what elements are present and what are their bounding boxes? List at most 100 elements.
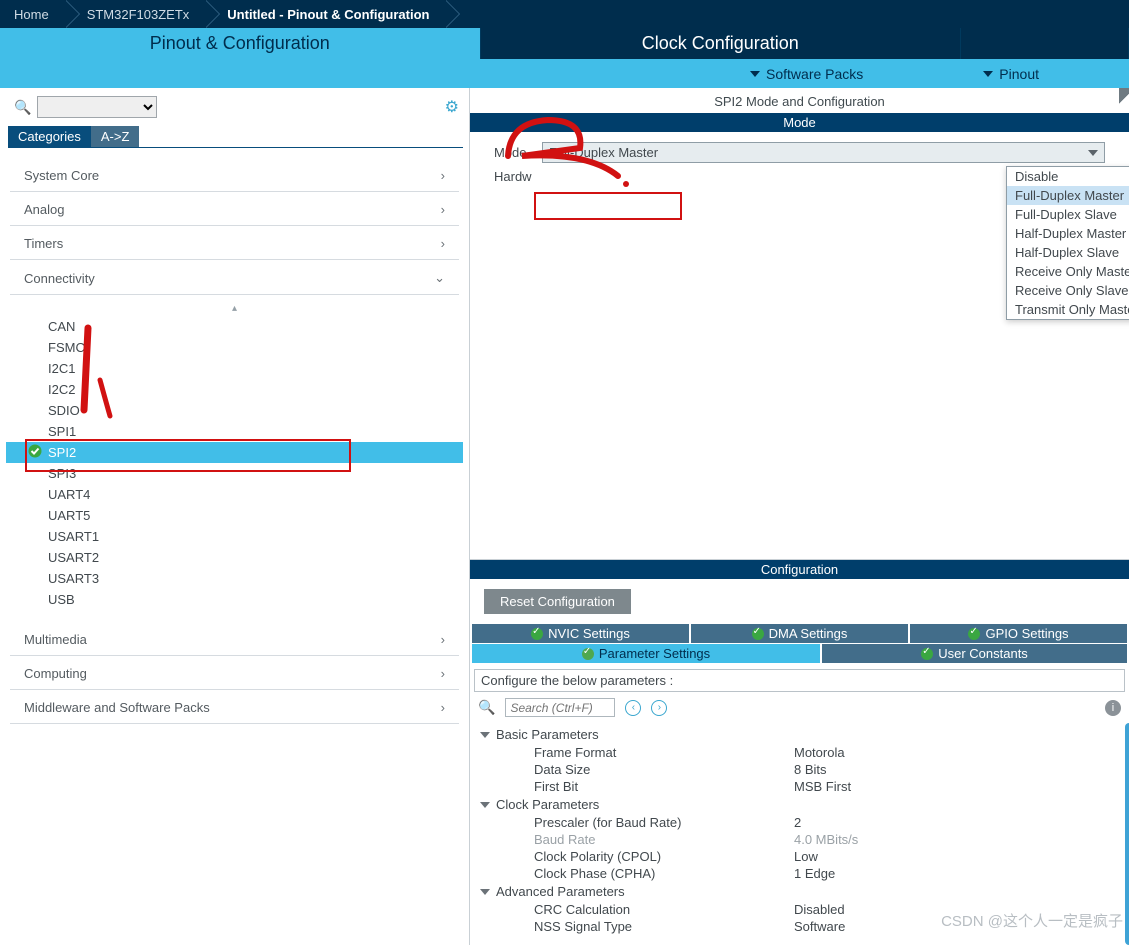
param-row[interactable]: First BitMSB First — [480, 778, 1119, 795]
list-item-label: UART5 — [48, 508, 90, 523]
chevron-down-icon — [983, 71, 993, 77]
dropdown-option[interactable]: Half-Duplex Master — [1007, 224, 1129, 243]
list-item-label: UART4 — [48, 487, 90, 502]
dropdown-option[interactable]: Half-Duplex Slave — [1007, 243, 1129, 262]
list-item-label: USB — [48, 592, 75, 607]
next-button[interactable]: › — [651, 700, 667, 716]
param-row[interactable]: Clock Phase (CPHA)1 Edge — [480, 865, 1119, 882]
chevron-down-icon — [480, 889, 490, 895]
breadcrumb-chip[interactable]: STM32F103ZETx — [65, 0, 206, 28]
search-icon[interactable]: 🔍 — [478, 699, 495, 716]
dropdown-option[interactable]: Full-Duplex Slave — [1007, 205, 1129, 224]
tab-label: GPIO Settings — [985, 626, 1068, 641]
breadcrumb-home[interactable]: Home — [0, 0, 65, 28]
prev-button[interactable]: ‹ — [625, 700, 641, 716]
tab-pinout-config[interactable]: Pinout & Configuration — [0, 28, 481, 59]
param-group-header[interactable]: Advanced Parameters — [480, 882, 1119, 901]
list-item-label: USART3 — [48, 571, 99, 586]
param-name: Prescaler (for Baud Rate) — [534, 815, 794, 830]
param-row[interactable]: Data Size8 Bits — [480, 761, 1119, 778]
sidebar-item-fsmc[interactable]: FSMC — [6, 337, 463, 358]
section-computing[interactable]: Computing› — [10, 656, 459, 690]
chevron-icon: › — [441, 236, 445, 251]
gear-icon[interactable]: ⚙ — [445, 97, 459, 117]
section-label: Connectivity — [24, 271, 95, 286]
search-select[interactable] — [37, 96, 157, 118]
tab-nvic-settings[interactable]: NVIC Settings — [472, 624, 689, 643]
section-label: Timers — [24, 236, 63, 251]
section-multimedia[interactable]: Multimedia› — [10, 622, 459, 656]
tab-dma-settings[interactable]: DMA Settings — [691, 624, 908, 643]
sidebar-item-usart3[interactable]: USART3 — [6, 568, 463, 589]
dropdown-option[interactable]: Receive Only Master — [1007, 262, 1129, 281]
check-icon — [531, 628, 543, 640]
check-icon — [921, 648, 933, 660]
submenu-label: Software Packs — [766, 66, 863, 82]
category-tabs: Categories A->Z — [8, 126, 463, 148]
param-name: Clock Phase (CPHA) — [534, 866, 794, 881]
dropdown-option[interactable]: Disable — [1007, 167, 1129, 186]
section-label: Analog — [24, 202, 64, 217]
list-item-label: USART1 — [48, 529, 99, 544]
section-label: Middleware and Software Packs — [24, 700, 210, 715]
sidebar-item-spi2[interactable]: SPI2 — [6, 442, 463, 463]
left-panel: 🔍 ⚙ Categories A->Z System Core›Analog›T… — [0, 88, 470, 945]
sidebar-item-usart1[interactable]: USART1 — [6, 526, 463, 547]
section-label: Multimedia — [24, 632, 87, 647]
section-timers[interactable]: Timers › — [10, 226, 459, 260]
sidebar-item-usart2[interactable]: USART2 — [6, 547, 463, 568]
dropdown-option[interactable]: Receive Only Slave — [1007, 281, 1129, 300]
dropdown-option[interactable]: Transmit Only Master — [1007, 300, 1129, 319]
tab-gpio-settings[interactable]: GPIO Settings — [910, 624, 1127, 643]
section-connectivity[interactable]: Connectivity⌄ — [10, 260, 459, 295]
param-row[interactable]: Clock Polarity (CPOL)Low — [480, 848, 1119, 865]
chevron-icon: › — [441, 168, 445, 183]
param-search-input[interactable] — [505, 698, 615, 717]
scrollbar[interactable] — [1125, 723, 1129, 945]
section-analog[interactable]: Analog› — [10, 192, 459, 226]
info-icon[interactable]: i — [1105, 700, 1121, 716]
tab-user-constants[interactable]: User Constants — [822, 644, 1127, 663]
check-icon — [752, 628, 764, 640]
param-name: CRC Calculation — [534, 902, 794, 917]
sidebar-item-sdio[interactable]: SDIO — [6, 400, 463, 421]
section-system-core[interactable]: System Core› — [10, 158, 459, 192]
main-tabs: Pinout & Configuration Clock Configurati… — [0, 28, 1129, 59]
submenu-software-packs[interactable]: Software Packs — [750, 66, 863, 82]
breadcrumb-page[interactable]: Untitled - Pinout & Configuration — [205, 0, 445, 28]
configuration-bar: Configuration — [470, 560, 1129, 579]
sort-icon[interactable]: ▴ — [6, 301, 463, 316]
dropdown-option[interactable]: Full-Duplex Master — [1007, 186, 1129, 205]
mode-select[interactable]: Full-Duplex Master — [542, 142, 1105, 163]
param-value: 4.0 MBits/s — [794, 832, 858, 847]
sidebar-item-uart4[interactable]: UART4 — [6, 484, 463, 505]
group-label: Advanced Parameters — [496, 884, 625, 899]
tab-az[interactable]: A->Z — [91, 126, 140, 147]
sidebar-item-i2c2[interactable]: I2C2 — [6, 379, 463, 400]
sidebar-item-can[interactable]: CAN — [6, 316, 463, 337]
collapse-handle[interactable] — [1119, 88, 1129, 110]
param-group-header[interactable]: Clock Parameters — [480, 795, 1119, 814]
param-name: Clock Polarity (CPOL) — [534, 849, 794, 864]
tab-parameter-settings[interactable]: Parameter Settings — [472, 644, 820, 663]
tab-clock-config[interactable]: Clock Configuration — [481, 28, 962, 59]
tab-extra[interactable] — [961, 28, 1129, 59]
sidebar-item-spi1[interactable]: SPI1 — [6, 421, 463, 442]
tab-categories[interactable]: Categories — [8, 126, 91, 147]
param-group-header[interactable]: Basic Parameters — [480, 725, 1119, 744]
reset-configuration-button[interactable]: Reset Configuration — [484, 589, 631, 614]
mode-dropdown[interactable]: DisableFull-Duplex MasterFull-Duplex Sla… — [1006, 166, 1129, 320]
param-row[interactable]: Prescaler (for Baud Rate)2 — [480, 814, 1119, 831]
sidebar-item-uart5[interactable]: UART5 — [6, 505, 463, 526]
param-value: 2 — [794, 815, 801, 830]
param-row[interactable]: Frame FormatMotorola — [480, 744, 1119, 761]
submenu-pinout[interactable]: Pinout — [983, 66, 1039, 82]
sidebar-item-spi3[interactable]: SPI3 — [6, 463, 463, 484]
param-row[interactable]: Baud Rate4.0 MBits/s — [480, 831, 1119, 848]
sidebar-item-i2c1[interactable]: I2C1 — [6, 358, 463, 379]
search-icon[interactable]: 🔍 — [14, 99, 31, 116]
param-value: Motorola — [794, 745, 845, 760]
section-middleware-and-software-packs[interactable]: Middleware and Software Packs› — [10, 690, 459, 724]
sidebar-item-usb[interactable]: USB — [6, 589, 463, 610]
param-value: Software — [794, 919, 845, 934]
